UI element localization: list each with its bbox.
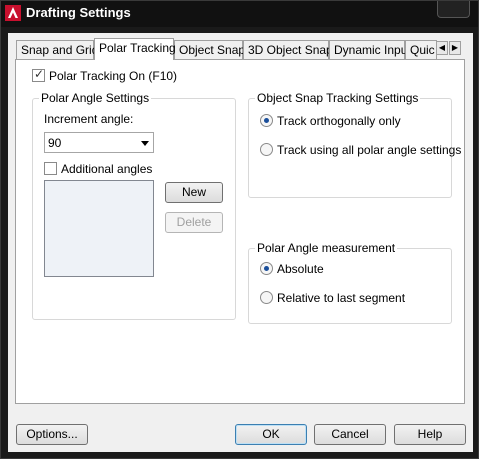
tab-3d-object-snap[interactable]: 3D Object Snap — [243, 40, 333, 59]
increment-angle-dropdown[interactable]: 90 — [44, 132, 154, 153]
absolute-radio[interactable] — [260, 262, 273, 275]
options-button[interactable]: Options... — [16, 424, 88, 445]
drafting-settings-window: Drafting Settings Snap and Grid Polar Tr… — [0, 0, 479, 459]
polar-tracking-checkbox[interactable]: ✓ — [32, 67, 45, 82]
track-polar-angles-label: Track using all polar angle settings — [277, 143, 462, 157]
tab-label: Object Snap — [179, 43, 246, 57]
relative-radio[interactable] — [260, 291, 273, 304]
relative-label: Relative to last segment — [277, 291, 406, 305]
dialog-client: Snap and Grid Polar Tracking Object Snap… — [8, 33, 473, 452]
increment-angle-value: 90 — [48, 136, 62, 150]
new-button[interactable]: New — [165, 182, 223, 203]
tab-dynamic-input[interactable]: Dynamic Input — [329, 40, 411, 59]
polar-angle-measurement-group: Polar Angle measurement Absolute Relativ… — [248, 241, 452, 324]
delete-button[interactable]: Delete — [165, 212, 223, 233]
title-bar[interactable]: Drafting Settings — [1, 1, 478, 27]
tab-polar-tracking[interactable]: Polar Tracking — [94, 38, 176, 60]
polar-tracking-page: ✓ Polar Tracking On (F10) Polar Angle Se… — [15, 59, 465, 404]
tab-object-snap[interactable]: Object Snap — [174, 40, 246, 59]
polar-angle-settings-group: Polar Angle Settings Increment angle: 90… — [32, 91, 236, 320]
scroll-right-icon[interactable]: ▶ — [449, 41, 461, 55]
autocad-logo-icon — [5, 5, 21, 21]
tab-label: Snap and Grid — [21, 43, 99, 57]
tab-snap-and-grid[interactable]: Snap and Grid — [16, 40, 98, 59]
absolute-label: Absolute — [277, 262, 324, 276]
polar-tracking-label: Polar Tracking On (F10) — [49, 69, 178, 83]
ok-button[interactable]: OK — [235, 424, 307, 445]
cancel-button[interactable]: Cancel — [314, 424, 386, 445]
object-snap-tracking-group: Object Snap Tracking Settings Track orth… — [248, 91, 461, 198]
tab-strip: Snap and Grid Polar Tracking Object Snap… — [16, 38, 466, 60]
checkmark-icon: ✓ — [34, 67, 45, 81]
group-title: Polar Angle Settings — [39, 91, 152, 105]
additional-angles-list[interactable] — [44, 180, 154, 277]
window-title: Drafting Settings — [26, 5, 131, 20]
tab-label: Polar Tracking — [99, 41, 176, 55]
tab-label: 3D Object Snap — [248, 43, 333, 57]
track-polar-angles-radio[interactable] — [260, 143, 273, 156]
tab-label: Quic — [410, 43, 435, 57]
chevron-down-icon — [141, 141, 149, 146]
scroll-left-icon[interactable]: ◀ — [436, 41, 448, 55]
increment-angle-label: Increment angle: — [44, 112, 134, 126]
close-button[interactable] — [437, 1, 470, 18]
help-button[interactable]: Help — [394, 424, 466, 445]
track-orthogonal-radio[interactable] — [260, 114, 273, 127]
additional-angles-label: Additional angles — [61, 162, 153, 176]
group-title: Object Snap Tracking Settings — [255, 91, 421, 105]
tab-label: Dynamic Input — [334, 43, 411, 57]
track-orthogonal-label: Track orthogonally only — [277, 114, 401, 128]
group-title: Polar Angle measurement — [255, 241, 398, 255]
additional-angles-checkbox[interactable] — [44, 162, 57, 175]
tab-quick-properties[interactable]: Quic — [405, 40, 437, 59]
